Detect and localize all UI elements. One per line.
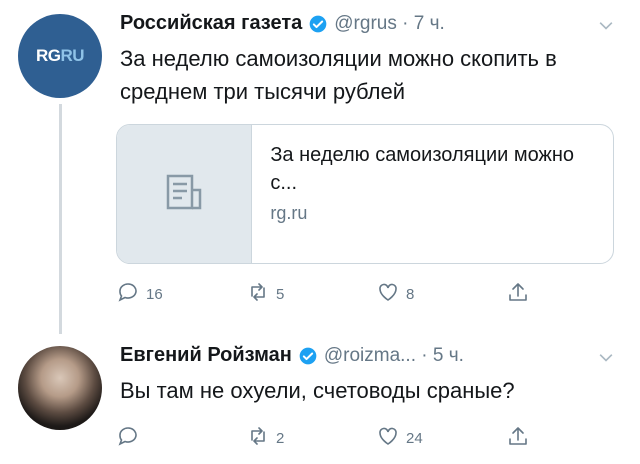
avatar[interactable] <box>18 346 102 430</box>
like-icon <box>376 280 400 308</box>
share-icon <box>506 280 530 308</box>
tweet-actions: 16 5 8 <box>116 280 536 308</box>
retweet-count: 2 <box>276 429 285 447</box>
like-count: 24 <box>406 429 423 447</box>
share-button[interactable] <box>506 424 530 452</box>
reply-button[interactable]: 16 <box>116 280 163 308</box>
like-button[interactable]: 8 <box>376 280 414 308</box>
link-card[interactable]: За неделю самоизоляции можно с... rg.ru <box>116 124 614 264</box>
retweet-icon <box>246 280 270 308</box>
thread-line <box>59 104 62 334</box>
reply-icon <box>116 280 140 308</box>
verified-icon <box>298 346 318 366</box>
author-handle[interactable]: @roizma... · 5 ч. <box>324 345 464 367</box>
document-icon <box>160 168 208 221</box>
author-handle[interactable]: @rgrus · 7 ч. <box>334 13 444 35</box>
chevron-down-icon[interactable] <box>596 348 616 373</box>
retweet-button[interactable]: 5 <box>246 280 284 308</box>
tweet-header: Евгений Ройзман @roizma... · 5 ч. <box>120 344 464 367</box>
tweet-text: За неделю самоизоляции можно скопить в с… <box>120 46 557 104</box>
retweet-count: 5 <box>276 285 285 303</box>
card-domain: rg.ru <box>270 203 308 223</box>
retweet-icon <box>246 424 270 452</box>
like-button[interactable]: 24 <box>376 424 423 452</box>
like-count: 8 <box>406 285 415 303</box>
tweet-text: Вы там не охуели, счетоводы сраные? <box>120 378 515 403</box>
chevron-down-icon[interactable] <box>596 16 616 41</box>
reply-icon <box>116 424 140 452</box>
verified-icon <box>308 14 328 34</box>
tweet-actions: 2 24 <box>116 424 536 452</box>
author-name[interactable]: Российская газета <box>120 12 302 35</box>
share-icon <box>506 424 530 452</box>
card-body: За неделю самоизоляции можно с... rg.ru <box>252 125 613 263</box>
tweet-rgrus[interactable]: RGRU Российская газета @rgrus · 7 ч. За … <box>0 0 640 334</box>
share-button[interactable] <box>506 280 530 308</box>
card-thumbnail <box>117 125 253 263</box>
rg-logo: RGRU <box>35 46 85 65</box>
card-title: За неделю самоизоляции можно с... <box>270 144 575 194</box>
avatar[interactable]: RGRU <box>18 14 102 98</box>
tweet-header: Российская газета @rgrus · 7 ч. <box>120 12 445 35</box>
reply-count: 16 <box>146 285 163 303</box>
like-icon <box>376 424 400 452</box>
author-name[interactable]: Евгений Ройзман <box>120 344 292 367</box>
reply-button[interactable] <box>116 424 146 452</box>
retweet-button[interactable]: 2 <box>246 424 284 452</box>
